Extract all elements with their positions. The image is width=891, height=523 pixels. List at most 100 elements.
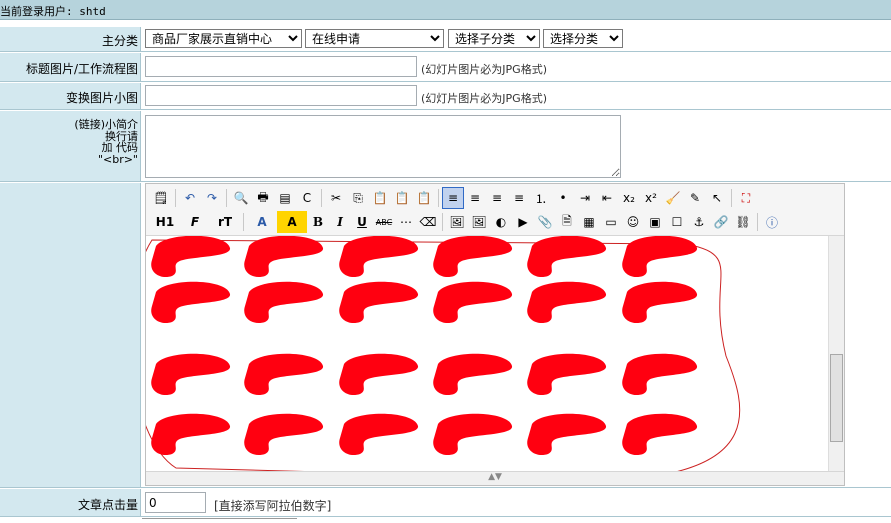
main-category-select[interactable]: 商品厂家展示直销中心 [145,29,302,48]
hr-icon[interactable]: ⋯ [395,211,417,233]
title-image-row: 标题图片/工作流程图 (幻灯片图片必为JPG格式) [0,53,891,82]
bold-button[interactable]: B [307,211,329,233]
subscript-icon[interactable]: x₂ [618,187,640,209]
main-category-row: 主分类 商品厂家展示直销中心 在线申请 选择子分类 选择分类 [0,27,891,52]
pagebreak-icon[interactable]: ☐ [666,211,688,233]
font-size-button[interactable]: rT [210,211,240,233]
redo-icon[interactable]: ↷ [201,187,223,209]
intro-label: (链接)小简介 换行请 加 代码 "<br>" [0,111,141,181]
fullscreen-icon[interactable]: ⛶ [735,187,757,209]
scribble-mark [527,413,607,456]
scribble-mark [339,413,419,456]
rich-text-editor[interactable]: 🗒 ↶ ↷ 🔍 🖶 ▤ C ✂ ⎘ 📋 📋 📋 ≡ ≡ ≡ ≡ ⒈ • ⇥ ⇤ … [145,183,845,486]
scrollbar-thumb[interactable] [830,354,843,442]
paste-icon[interactable]: 📋 [369,187,391,209]
sub-category-select[interactable]: 选择子分类 [448,29,540,48]
indent-icon[interactable]: ⇥ [574,187,596,209]
clear-format-icon[interactable]: 🧹 [662,187,684,209]
scribble-mark [244,236,324,277]
editor-scrollbar[interactable] [828,236,844,471]
font-family-button[interactable]: F [180,211,210,233]
scribble-mark [622,281,698,324]
content-label [0,183,141,487]
scribble-mark [339,281,419,324]
italic-button[interactable]: I [329,211,351,233]
heading-button[interactable]: H1 [150,211,180,233]
attachment-icon[interactable]: 📎 [534,211,556,233]
align-right-icon[interactable]: ≡ [486,187,508,209]
apply-category-select[interactable]: 在线申请 [305,29,444,48]
scribble-mark [622,413,698,456]
scribble-mark [151,281,231,324]
media-icon[interactable]: ▶ [512,211,534,233]
editor-resize-handle[interactable]: ▲▼ [146,471,844,485]
intro-textarea[interactable] [145,115,621,178]
strikethrough-button[interactable]: ABC [373,211,395,233]
image-icon[interactable]: 🖼 [446,211,468,233]
flash-icon[interactable]: ◐ [490,211,512,233]
font-color-button[interactable]: A [247,211,277,233]
scribble-mark [339,236,419,277]
file-icon[interactable]: 🗎 [556,211,578,233]
cut-icon[interactable]: ✂ [325,187,347,209]
title-image-hint: (幻灯片图片必为JPG格式) [421,63,547,76]
scribble-mark [527,353,607,396]
thumb-image-row: 变换图片小图 (幻灯片图片必为JPG格式) [0,83,891,110]
eraser-icon[interactable]: ⌫ [417,211,439,233]
justify-icon[interactable]: ≡ [508,187,530,209]
undo-icon[interactable]: ↶ [179,187,201,209]
category-select[interactable]: 选择分类 [543,29,623,48]
source-icon[interactable]: 🗒 [150,187,172,209]
scribble-mark [151,236,231,277]
superscript-icon[interactable]: x² [640,187,662,209]
scribble-mark [244,353,324,396]
multi-image-icon[interactable]: 🖼 [468,211,490,233]
outdent-icon[interactable]: ⇤ [596,187,618,209]
link-icon[interactable]: 🔗 [710,211,732,233]
insert-row-icon[interactable]: ▭ [600,211,622,233]
login-user-text: 当前登录用户: shtd [0,5,106,18]
scribble-mark [622,353,698,396]
ordered-list-icon[interactable]: ⒈ [530,187,552,209]
scribble-mark [433,413,513,456]
print-icon[interactable]: 🖶 [252,187,274,209]
click-count-hint: [直接添写阿拉伯数字] [214,499,332,513]
select-all-icon[interactable]: ✎ [684,187,706,209]
align-center-icon[interactable]: ≡ [464,187,486,209]
title-image-input[interactable] [145,56,417,77]
top-bar: 当前登录用户: shtd [0,0,891,20]
scribble-mark [151,353,231,396]
anchor-icon[interactable]: ⚓ [688,211,710,233]
paste-text-icon[interactable]: 📋 [391,187,413,209]
thumb-image-hint: (幻灯片图片必为JPG格式) [421,92,547,105]
toolbar-row-2: H1 F rT A A B I U ABC ⋯ ⌫ 🖼 🖼 ◐ ▶ 📎 🗎 ▦ … [150,210,783,234]
editor-content-area[interactable] [146,236,828,471]
image-gallery-icon[interactable]: ▣ [644,211,666,233]
help-icon[interactable]: ⓘ [761,211,783,233]
scribble-mark [244,281,324,324]
title-image-label: 标题图片/工作流程图 [0,53,141,81]
align-left-icon[interactable]: ≡ [442,187,464,209]
thumb-image-input[interactable] [145,85,417,106]
code-icon[interactable]: C [296,187,318,209]
highlight-button[interactable]: A [277,211,307,233]
scribble-mark [433,353,513,396]
unlink-icon[interactable]: ⛓ [732,211,754,233]
click-count-row: 文章点击量 [直接添写阿拉伯数字] [0,489,891,517]
scribble-mark [244,413,324,456]
intro-row: (链接)小简介 换行请 加 代码 "<br>" [0,111,891,182]
copy-icon[interactable]: ⎘ [347,187,369,209]
emoticon-icon[interactable]: ☺ [622,211,644,233]
underline-button[interactable]: U [351,211,373,233]
scribble-mark [433,236,513,277]
paste-word-icon[interactable]: 📋 [413,187,435,209]
scribble-drawing [146,236,741,471]
click-count-input[interactable] [145,492,206,513]
preview-icon[interactable]: 🔍 [230,187,252,209]
table-icon[interactable]: ▦ [578,211,600,233]
cursor-icon[interactable]: ↖ [706,187,728,209]
editor-toolbar: 🗒 ↶ ↷ 🔍 🖶 ▤ C ✂ ⎘ 📋 📋 📋 ≡ ≡ ≡ ≡ ⒈ • ⇥ ⇤ … [146,184,844,236]
template-icon[interactable]: ▤ [274,187,296,209]
unordered-list-icon[interactable]: • [552,187,574,209]
scribble-mark [622,236,698,277]
